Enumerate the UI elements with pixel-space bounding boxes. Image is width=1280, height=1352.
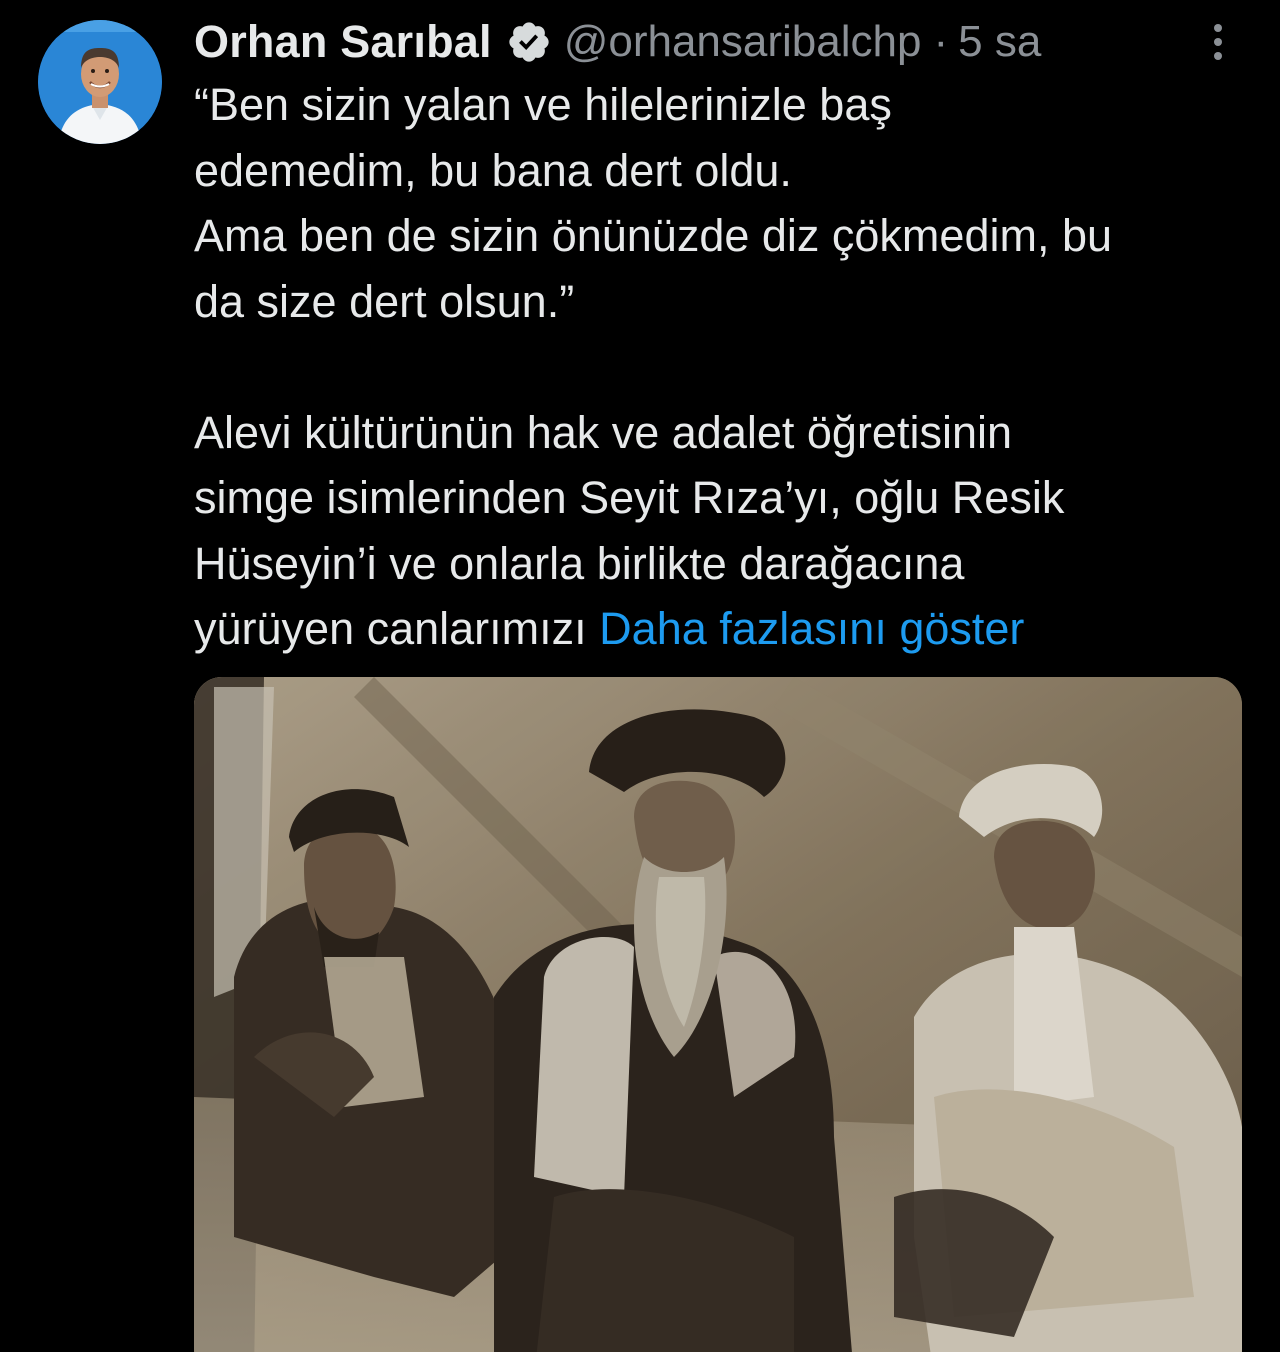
tweet-header: Orhan Sarıbal @orhansaribalchp · 5 sa bbox=[194, 12, 1041, 72]
show-more-link[interactable]: Daha fazlasını göster bbox=[599, 603, 1024, 654]
author-display-name[interactable]: Orhan Sarıbal bbox=[194, 16, 492, 68]
tweet-text-line: edemedim, bu bana dert oldu. bbox=[194, 144, 792, 196]
tweet-text-line: Hüseyin’i ve onlarla birlikte darağacına bbox=[194, 537, 965, 589]
tweet[interactable]: Orhan Sarıbal @orhansaribalchp · 5 sa “B… bbox=[0, 0, 1280, 1352]
tweet-timestamp[interactable]: 5 sa bbox=[958, 17, 1041, 67]
separator-dot: · bbox=[933, 17, 949, 66]
tweet-media-photo[interactable] bbox=[194, 677, 1242, 1352]
author-handle[interactable]: @orhansaribalchp bbox=[564, 17, 922, 67]
avatar-photo bbox=[38, 20, 162, 144]
tweet-text-line: “Ben sizin yalan ve hilelerinizle baş bbox=[194, 79, 892, 130]
more-vertical-icon[interactable] bbox=[1202, 20, 1234, 66]
tweet-text: “Ben sizin yalan ve hilelerinizle baş ed… bbox=[194, 72, 1254, 662]
tweet-text-line-last: yürüyen canlarımızı Daha fazlasını göste… bbox=[194, 596, 1254, 662]
sepia-photo-three-men bbox=[194, 677, 1242, 1352]
tweet-text-line: da size dert olsun.” bbox=[194, 275, 575, 327]
tweet-text-line: Alevi kültürünün hak ve adalet öğretisin… bbox=[194, 406, 1012, 458]
avatar[interactable] bbox=[38, 20, 162, 144]
tweet-text-line: simge isimlerinden Seyit Rıza’yı, oğlu R… bbox=[194, 472, 1065, 523]
tweet-text-line: Ama ben de sizin önünüzde diz çökmedim, … bbox=[194, 210, 1113, 261]
paragraph-break bbox=[194, 334, 1254, 400]
tweet-text-fragment: yürüyen canlarımızı bbox=[194, 603, 587, 654]
verified-badge-icon bbox=[506, 19, 552, 65]
